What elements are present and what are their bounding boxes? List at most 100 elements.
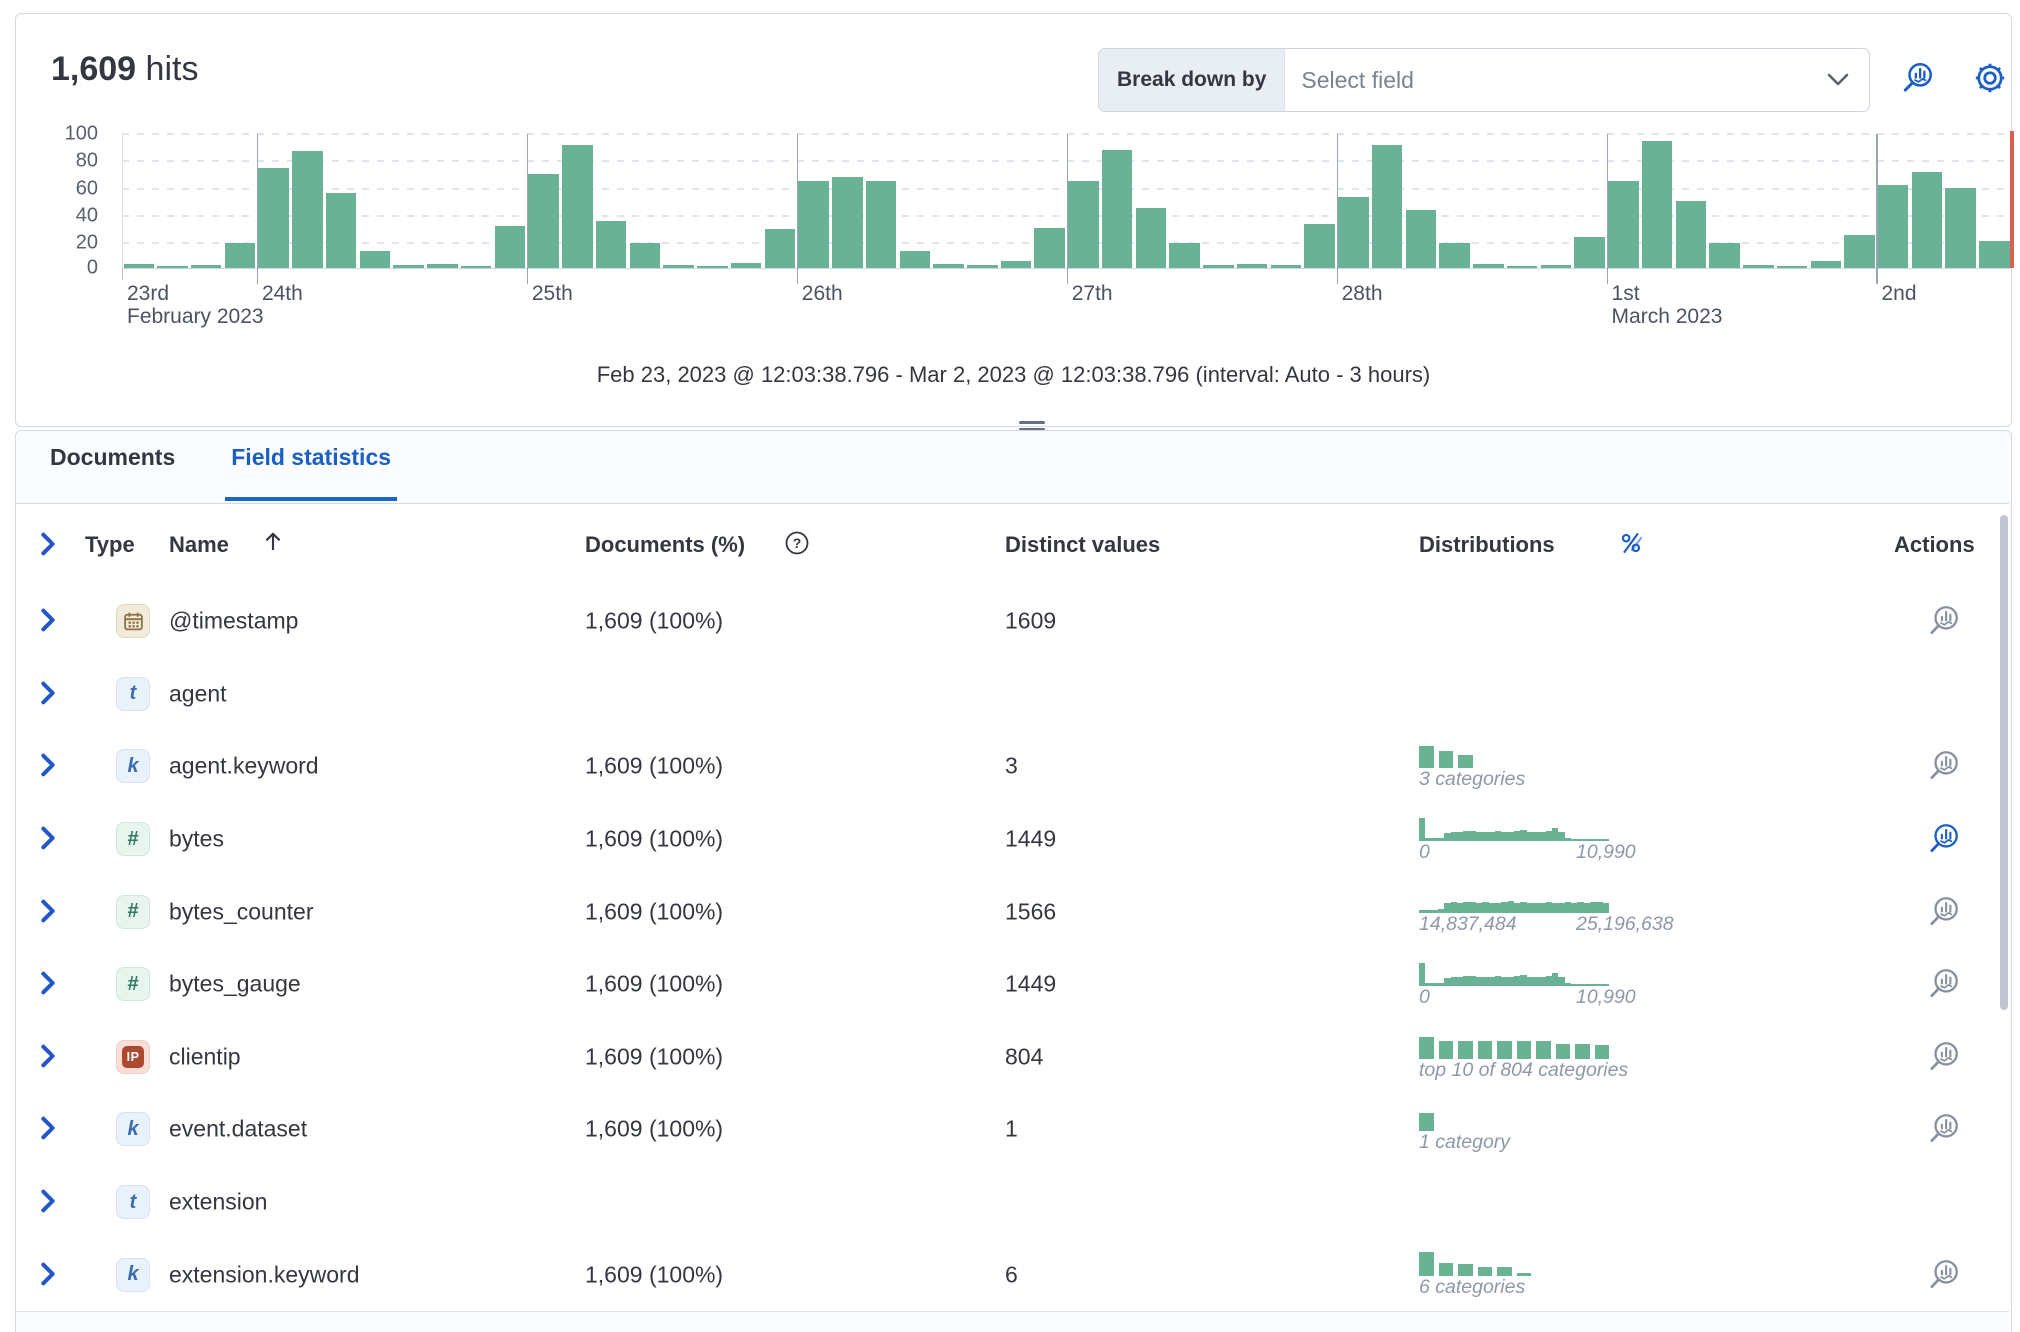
column-header-type[interactable]: Type: [85, 532, 135, 558]
histogram-bar[interactable]: [1811, 261, 1842, 268]
expand-row-chevron-icon[interactable]: [40, 826, 58, 852]
histogram-bar[interactable]: [225, 243, 256, 268]
histogram-bar[interactable]: [326, 193, 357, 268]
histogram-bar[interactable]: [292, 151, 323, 268]
help-icon[interactable]: ?: [784, 530, 810, 556]
expand-row-chevron-icon[interactable]: [40, 1044, 58, 1070]
scrollbar-thumb[interactable]: [2000, 515, 2008, 1010]
column-header-name[interactable]: Name: [169, 532, 229, 558]
breakdown-select[interactable]: Select field: [1285, 49, 1869, 111]
histogram-bar[interactable]: [1945, 188, 1976, 268]
histogram-bar[interactable]: [798, 181, 829, 268]
histogram-bar[interactable]: [1709, 243, 1740, 268]
histogram-bar[interactable]: [1541, 265, 1572, 268]
histogram-bar[interactable]: [1439, 243, 1470, 268]
hits-histogram[interactable]: 23rdFebruary 202324th25th26th27th28th1st…: [122, 134, 2014, 268]
expand-row-chevron-icon[interactable]: [40, 681, 58, 707]
expand-row-chevron-icon[interactable]: [40, 1189, 58, 1215]
histogram-bar[interactable]: [1001, 261, 1032, 268]
histogram-bar[interactable]: [1406, 210, 1437, 268]
histogram-bar[interactable]: [124, 264, 155, 268]
breakdown-control[interactable]: Break down by Select field: [1098, 48, 1870, 112]
table-row-extension.keyword[interactable]: k extension.keyword 1,609 (100%) 6 6 cat…: [16, 1238, 2009, 1312]
histogram-bar[interactable]: [1912, 172, 1943, 268]
column-header-distinct-values[interactable]: Distinct values: [1005, 532, 1160, 558]
table-row-bytes_counter[interactable]: # bytes_counter 1,609 (100%) 1566 14,837…: [16, 875, 2009, 949]
histogram-bar[interactable]: [1169, 243, 1200, 268]
explore-field-statistics-icon[interactable]: [1926, 894, 1962, 930]
table-row-event.dataset[interactable]: k event.dataset 1,609 (100%) 1 1 categor…: [16, 1093, 2009, 1167]
expand-row-chevron-icon[interactable]: [40, 753, 58, 779]
histogram-bar[interactable]: [663, 265, 694, 268]
table-row-extension[interactable]: t extension: [16, 1166, 2009, 1240]
histogram-bar[interactable]: [1608, 181, 1639, 268]
histogram-bar[interactable]: [731, 263, 762, 268]
histogram-bar[interactable]: [191, 265, 222, 268]
field-statistics-icon[interactable]: [1900, 60, 1936, 96]
histogram-bar[interactable]: [596, 221, 627, 268]
expand-row-chevron-icon[interactable]: [40, 971, 58, 997]
histogram-bar[interactable]: [461, 266, 492, 268]
table-row-clientip[interactable]: IP clientip 1,609 (100%) 804 top 10 of 8…: [16, 1021, 2009, 1095]
gear-icon[interactable]: [1972, 60, 2008, 96]
histogram-bar[interactable]: [1271, 265, 1302, 268]
histogram-bar[interactable]: [765, 229, 796, 268]
histogram-bar[interactable]: [360, 251, 391, 268]
histogram-bar[interactable]: [1979, 241, 2010, 268]
table-row-@timestamp[interactable]: @timestamp 1,609 (100%) 1609: [16, 585, 2009, 659]
table-row-agent.keyword[interactable]: k agent.keyword 1,609 (100%) 3 3 categor…: [16, 730, 2009, 804]
table-row-bytes_gauge[interactable]: # bytes_gauge 1,609 (100%) 1449 010,990: [16, 948, 2009, 1022]
explore-field-statistics-icon[interactable]: [1926, 1039, 1962, 1075]
histogram-bar[interactable]: [1844, 235, 1875, 269]
column-header-documents[interactable]: Documents (%): [585, 532, 745, 558]
table-row-bytes[interactable]: # bytes 1,609 (100%) 1449 010,990: [16, 803, 2009, 877]
explore-field-statistics-icon[interactable]: [1926, 748, 1962, 784]
expand-row-chevron-icon[interactable]: [40, 608, 58, 634]
histogram-bar[interactable]: [157, 266, 188, 268]
histogram-bar[interactable]: [697, 266, 728, 268]
histogram-bar[interactable]: [1203, 265, 1234, 268]
histogram-bar[interactable]: [1878, 185, 1909, 268]
histogram-bar[interactable]: [1676, 201, 1707, 268]
explore-field-statistics-icon[interactable]: [1926, 1111, 1962, 1147]
histogram-bar[interactable]: [1237, 264, 1268, 268]
tab-field-statistics[interactable]: Field statistics: [225, 444, 397, 501]
table-row-agent[interactable]: t agent: [16, 658, 2009, 732]
explore-field-statistics-icon[interactable]: [1926, 821, 1962, 857]
histogram-bar[interactable]: [933, 264, 964, 268]
expand-all-chevron-icon[interactable]: [40, 532, 58, 558]
expand-row-chevron-icon[interactable]: [40, 1116, 58, 1142]
histogram-bar[interactable]: [1743, 265, 1774, 268]
histogram-bar[interactable]: [1507, 266, 1538, 268]
histogram-bar[interactable]: [427, 264, 458, 268]
histogram-bar[interactable]: [258, 168, 289, 269]
histogram-bar[interactable]: [528, 174, 559, 268]
histogram-bar[interactable]: [900, 251, 931, 268]
histogram-bar[interactable]: [1034, 228, 1065, 268]
explore-field-statistics-icon[interactable]: [1926, 1257, 1962, 1293]
histogram-bar[interactable]: [495, 226, 526, 268]
histogram-bar[interactable]: [1473, 264, 1504, 268]
histogram-bar[interactable]: [1068, 181, 1099, 268]
hide-distributions-icon[interactable]: [1616, 528, 1646, 558]
histogram-bar[interactable]: [1642, 141, 1673, 268]
expand-row-chevron-icon[interactable]: [40, 1262, 58, 1288]
histogram-bar[interactable]: [866, 181, 897, 268]
histogram-bar[interactable]: [393, 265, 424, 268]
histogram-bar[interactable]: [1304, 224, 1335, 268]
histogram-bar[interactable]: [967, 265, 998, 268]
histogram-bar[interactable]: [1102, 150, 1133, 268]
histogram-bar[interactable]: [832, 177, 863, 268]
histogram-bar[interactable]: [562, 145, 593, 268]
tab-documents[interactable]: Documents: [44, 444, 181, 501]
histogram-bar[interactable]: [1777, 266, 1808, 268]
sort-ascending-icon[interactable]: [261, 528, 285, 554]
histogram-bar[interactable]: [1574, 237, 1605, 268]
explore-field-statistics-icon[interactable]: [1926, 966, 1962, 1002]
histogram-bar[interactable]: [1136, 208, 1167, 268]
explore-field-statistics-icon[interactable]: [1926, 603, 1962, 639]
histogram-bar[interactable]: [1372, 145, 1403, 268]
expand-row-chevron-icon[interactable]: [40, 899, 58, 925]
histogram-bar[interactable]: [1338, 197, 1369, 268]
histogram-bar[interactable]: [630, 243, 661, 268]
